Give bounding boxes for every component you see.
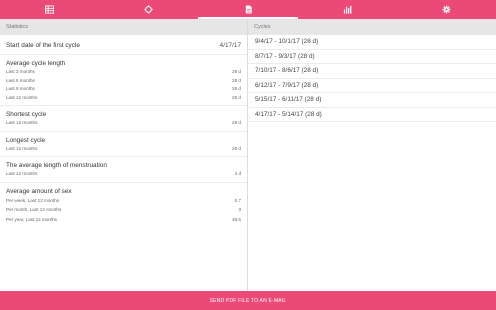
statistics-panel: Start date of the first cycle 4/17/17 Av… <box>0 35 247 227</box>
stat-row: Last 9 months 28 d <box>6 85 241 94</box>
send-pdf-label: SEND PDF FILE TO AN E-MAIL <box>209 297 287 304</box>
stat-row: Last 12 months 28 d <box>6 145 241 154</box>
stat-label: Per week, Last 12 months <box>6 197 60 203</box>
send-pdf-button[interactable]: SEND PDF FILE TO AN E-MAIL <box>0 291 496 310</box>
cycle-list-item[interactable]: 5/15/17 - 6/11/17 (28 d) <box>248 93 496 108</box>
tab-settings[interactable] <box>397 0 496 19</box>
cycle-list-item[interactable]: 6/12/17 - 7/9/17 (28 d) <box>248 79 496 93</box>
stat-label: Last 12 months <box>6 145 38 151</box>
stat-value: 36.5 <box>232 216 241 222</box>
cycles-header: Cycles <box>248 19 496 35</box>
top-tab-bar <box>0 0 496 19</box>
start-date-label: Start date of the first cycle <box>6 42 80 49</box>
stat-value: 28 d <box>232 86 241 91</box>
bar-chart-icon <box>343 5 352 14</box>
stat-value: 28 d <box>232 94 241 100</box>
stat-value: 0.7 <box>234 197 241 203</box>
document-icon <box>245 5 252 14</box>
stat-row: Last 12 months 4 d <box>6 170 241 179</box>
statistics-header: Statistics <box>0 19 247 35</box>
stat-row: Last 3 months 28 d <box>6 68 241 77</box>
start-date-value: 4/17/17 <box>219 42 241 49</box>
stat-label: Last 12 months <box>6 120 38 125</box>
menstruation-title: The average length of menstruation <box>6 162 107 169</box>
stat-row: Per week, Last 12 months 0.7 <box>6 196 241 206</box>
stat-row: Per year, Last 12 months 36.5 <box>6 215 241 225</box>
stat-row: Per month, Last 12 months 3 <box>6 205 241 215</box>
longest-cycle-section: Longest cycle Last 12 months 28 d <box>0 132 247 157</box>
start-date-section: Start date of the first cycle 4/17/17 <box>0 35 247 55</box>
shortest-cycle-title: Shortest cycle <box>6 111 47 118</box>
stat-label: Per year, Last 12 months <box>6 216 58 222</box>
sex-title: Average amount of sex <box>6 187 72 195</box>
cycle-icon <box>144 5 153 14</box>
stat-label: Last 3 months <box>6 69 35 74</box>
avg-cycle-title: Average cycle length <box>6 60 66 67</box>
tab-list[interactable] <box>0 0 99 19</box>
menstruation-section: The average length of menstruation Last … <box>0 157 247 183</box>
stat-row: Last 6 months 28 d <box>6 77 241 86</box>
cycle-list-item[interactable]: 8/7/17 - 9/3/17 (28 d) <box>248 50 496 64</box>
tab-cycle[interactable] <box>99 0 198 19</box>
cycle-list-item[interactable]: 9/4/17 - 10/1/17 (28 d) <box>248 35 496 50</box>
stat-row: Last 12 months 28 d <box>6 119 241 128</box>
tab-report[interactable] <box>198 0 298 19</box>
list-icon <box>45 5 55 14</box>
stat-value: 28 d <box>232 69 241 74</box>
shortest-cycle-section: Shortest cycle Last 12 months 28 d <box>0 106 247 132</box>
stat-label: Last 12 months <box>6 94 38 100</box>
longest-cycle-title: Longest cycle <box>6 136 46 144</box>
avg-cycle-section: Average cycle length Last 3 months 28 d L… <box>0 55 247 106</box>
gear-icon <box>442 5 451 14</box>
sex-section: Average amount of sex Per week, Last 12 … <box>0 183 247 228</box>
stat-value: 4 d <box>234 171 241 176</box>
stat-label: Last 12 months <box>6 171 38 176</box>
stat-value: 28 d <box>232 120 241 125</box>
stat-label: Last 6 months <box>6 77 35 83</box>
stat-label: Per month, Last 12 months <box>6 207 62 212</box>
stat-label: Last 9 months <box>6 86 35 91</box>
stat-value: 3 <box>238 207 241 212</box>
tab-charts[interactable] <box>298 0 397 19</box>
cycles-panel: 9/4/17 - 10/1/17 (28 d) 8/7/17 - 9/3/17 … <box>248 35 496 122</box>
stat-row: Last 12 months 28 d <box>6 94 241 103</box>
stat-value: 28 d <box>232 145 241 151</box>
cycle-list-item[interactable]: 4/17/17 - 5/14/17 (28 d) <box>248 108 496 122</box>
cycle-list-item[interactable]: 7/10/17 - 8/6/17 (28 d) <box>248 64 496 79</box>
stat-value: 28 d <box>232 77 241 83</box>
